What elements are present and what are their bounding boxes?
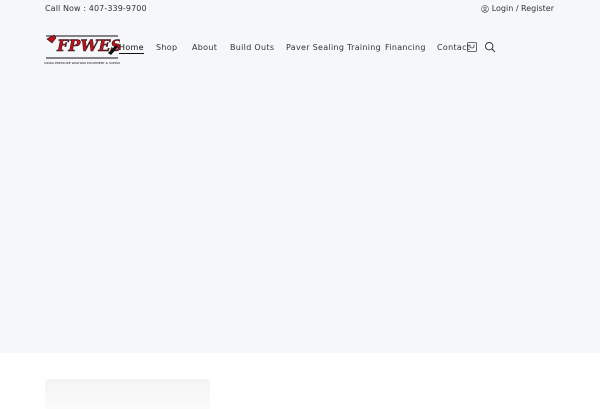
nav-build-outs[interactable]: Build Outs (230, 43, 274, 52)
nav-shop[interactable]: Shop (156, 43, 177, 52)
top-bar: Call Now : 407-339-9700 Login / Register (0, 0, 600, 18)
nav-financing[interactable]: Financing (385, 43, 426, 52)
cart-icon[interactable] (466, 41, 478, 53)
login-register-label: Login / Register (491, 4, 554, 13)
nav-paver-sealing-training[interactable]: Paver Sealing Training (286, 43, 381, 52)
login-register-link[interactable]: Login / Register (480, 4, 554, 13)
content-card (45, 379, 210, 409)
user-icon (480, 4, 489, 13)
main-nav: Home Shop About Build Outs Paver Sealing… (0, 43, 600, 55)
nav-home[interactable]: Home (119, 43, 144, 54)
svg-text:FLORIDA PRESSURE WASHING EQUIP: FLORIDA PRESSURE WASHING EQUIPMENT & SUP… (44, 61, 120, 65)
nav-about[interactable]: About (192, 43, 217, 52)
content-section (0, 353, 600, 409)
search-icon[interactable] (484, 41, 496, 53)
hero-section (0, 18, 600, 353)
call-now-text[interactable]: Call Now : 407-339-9700 (45, 4, 147, 13)
